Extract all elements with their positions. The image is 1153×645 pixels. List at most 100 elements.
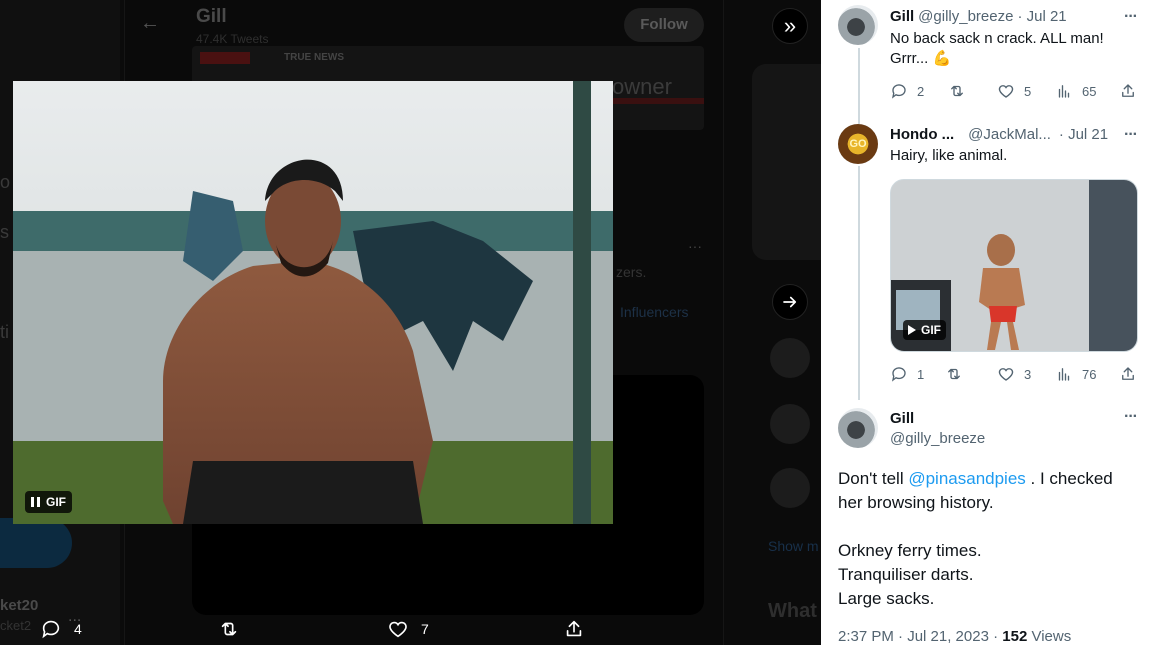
- reply-author-handle[interactable]: @gilly_breeze: [918, 8, 1013, 25]
- share-icon: [1122, 367, 1134, 380]
- views-button[interactable]: 65: [1055, 82, 1096, 100]
- avatar[interactable]: [838, 5, 878, 45]
- reply-date[interactable]: · Jul 21: [1017, 8, 1066, 25]
- media-like-button[interactable]: 7: [387, 618, 429, 640]
- avatar[interactable]: [838, 408, 878, 448]
- tweet-timestamp[interactable]: 2:37 PM · Jul 21, 2023 ·: [838, 628, 998, 645]
- profile-name: Gill: [196, 6, 227, 27]
- suggestion-avatar: [770, 338, 810, 378]
- reply-action-bar: 2 5 65: [890, 82, 1135, 102]
- show-more-link[interactable]: Show m: [768, 538, 819, 554]
- pause-icon[interactable]: [31, 497, 40, 507]
- tweet-text-line: Orkney ferry times.: [838, 541, 982, 560]
- reply-author-name[interactable]: Hondo ...: [890, 126, 954, 143]
- reply-gif-thumbnail[interactable]: GIF: [890, 179, 1138, 352]
- tweet-views-count: 152: [1002, 628, 1028, 645]
- reply-count: 1: [917, 366, 925, 382]
- tweet-author-handle[interactable]: @gilly_breeze: [890, 430, 985, 447]
- retweet-icon: [951, 85, 963, 97]
- heart-icon: [389, 621, 407, 638]
- tweet-text-paragraph: Don't tell @pinasandpies . I checked her…: [838, 467, 1138, 515]
- retweet-button[interactable]: [945, 365, 972, 383]
- view-count: 76: [1082, 366, 1097, 382]
- reply-text: No back sack n crack. ALL man! Grrr... 💪: [890, 29, 1135, 69]
- gif-media[interactable]: [13, 81, 613, 524]
- like-count: 5: [1024, 83, 1032, 99]
- reply-tweet[interactable]: Gill @gilly_breeze · Jul 21 ··· No back …: [821, 0, 1153, 122]
- left-nav-fragment: s: [0, 222, 9, 242]
- share-button[interactable]: [1119, 82, 1137, 100]
- tweet-text: Don't tell @pinasandpies . I checked her…: [838, 467, 1138, 611]
- back-arrow-icon[interactable]: ←: [140, 12, 160, 35]
- more-options-icon[interactable]: ···: [1124, 126, 1138, 144]
- banner-tag: [200, 52, 250, 64]
- double-chevron-right-icon: »: [783, 13, 797, 38]
- thread-line: [858, 48, 860, 122]
- media-action-bar: 4 7: [0, 612, 821, 645]
- media-reply-count: 4: [74, 621, 82, 637]
- reply-author-name[interactable]: Gill: [890, 8, 914, 25]
- profile-tweet-count: 47.4K Tweets: [196, 32, 269, 46]
- avatar[interactable]: GO: [838, 124, 878, 164]
- reply-date[interactable]: · Jul 21: [1059, 126, 1108, 143]
- media-like-count: 7: [421, 621, 429, 637]
- media-retweet-button[interactable]: [218, 618, 252, 640]
- media-share-button[interactable]: [563, 618, 585, 640]
- heart-icon: [998, 368, 1014, 381]
- reply-count: 2: [917, 83, 925, 99]
- retweet-icon: [948, 368, 960, 380]
- avatar-logo-text: GO: [849, 138, 867, 150]
- suggestion-avatar: [770, 468, 810, 508]
- reply-icon: [891, 367, 906, 382]
- tweet-views-label: Views: [1031, 628, 1072, 645]
- tweet-meta: 2:37 PM · Jul 21, 2023 · 152 Views: [838, 628, 1071, 645]
- left-nav-fragment: o: [0, 172, 11, 192]
- banner-label: TRUE NEWS: [284, 52, 344, 63]
- analytics-icon: [1058, 85, 1070, 98]
- collapse-panel-button[interactable]: »: [772, 8, 808, 44]
- retweet-icon: [221, 622, 237, 636]
- bio-fragment: zers.: [616, 264, 647, 280]
- arrow-right-icon: [783, 296, 797, 308]
- share-icon: [1122, 84, 1134, 97]
- reply-text-line: Grrr... 💪: [890, 50, 952, 67]
- left-nav-fragment: ti: [0, 322, 9, 342]
- thread-line: [858, 166, 860, 400]
- views-button[interactable]: 76: [1055, 365, 1096, 383]
- heart-icon: [998, 85, 1014, 98]
- like-button[interactable]: 5: [997, 82, 1031, 100]
- reply-button[interactable]: 1: [890, 365, 924, 383]
- reply-author-handle[interactable]: @JackMal...: [968, 126, 1051, 143]
- next-media-button[interactable]: [772, 284, 808, 320]
- gif-image: [13, 81, 613, 524]
- tweet-text-line: Large sacks.: [838, 589, 935, 608]
- conversation-panel: Gill @gilly_breeze · Jul 21 ··· No back …: [821, 0, 1153, 645]
- gif-badge[interactable]: GIF: [25, 491, 72, 513]
- reply-icon: [891, 84, 906, 99]
- follow-button[interactable]: Follow: [624, 8, 704, 42]
- like-button[interactable]: 3: [997, 365, 1031, 383]
- tweet-author-name[interactable]: Gill: [890, 410, 914, 427]
- mention-link[interactable]: @pinasandpies: [908, 469, 1025, 488]
- more-options-icon[interactable]: ···: [1124, 408, 1138, 426]
- reply-icon: [42, 620, 60, 639]
- media-reply-button[interactable]: 4: [40, 618, 82, 640]
- analytics-icon: [1058, 368, 1070, 381]
- reply-text: Hairy, like animal.: [890, 147, 1008, 164]
- reply-action-bar: 1 3 76: [890, 365, 1135, 385]
- more-options-icon[interactable]: ···: [1124, 8, 1138, 26]
- like-count: 3: [1024, 366, 1032, 382]
- share-button[interactable]: [1119, 365, 1137, 383]
- tweet-compose-button[interactable]: [0, 518, 72, 568]
- retweet-button[interactable]: [948, 82, 975, 100]
- play-icon[interactable]: [908, 325, 916, 335]
- reply-header: Gill @gilly_breeze · Jul 21: [890, 8, 1145, 25]
- reply-button[interactable]: 2: [890, 82, 924, 100]
- gif-label: GIF: [46, 495, 66, 509]
- gif-badge[interactable]: GIF: [903, 320, 946, 340]
- gif-label: GIF: [921, 323, 941, 337]
- bio-link-fragment: Influencers: [620, 304, 689, 320]
- trends-card: [752, 64, 821, 260]
- tweet-text-line: Tranquiliser darts.: [838, 565, 974, 584]
- bio-more-icon: ···: [688, 238, 702, 254]
